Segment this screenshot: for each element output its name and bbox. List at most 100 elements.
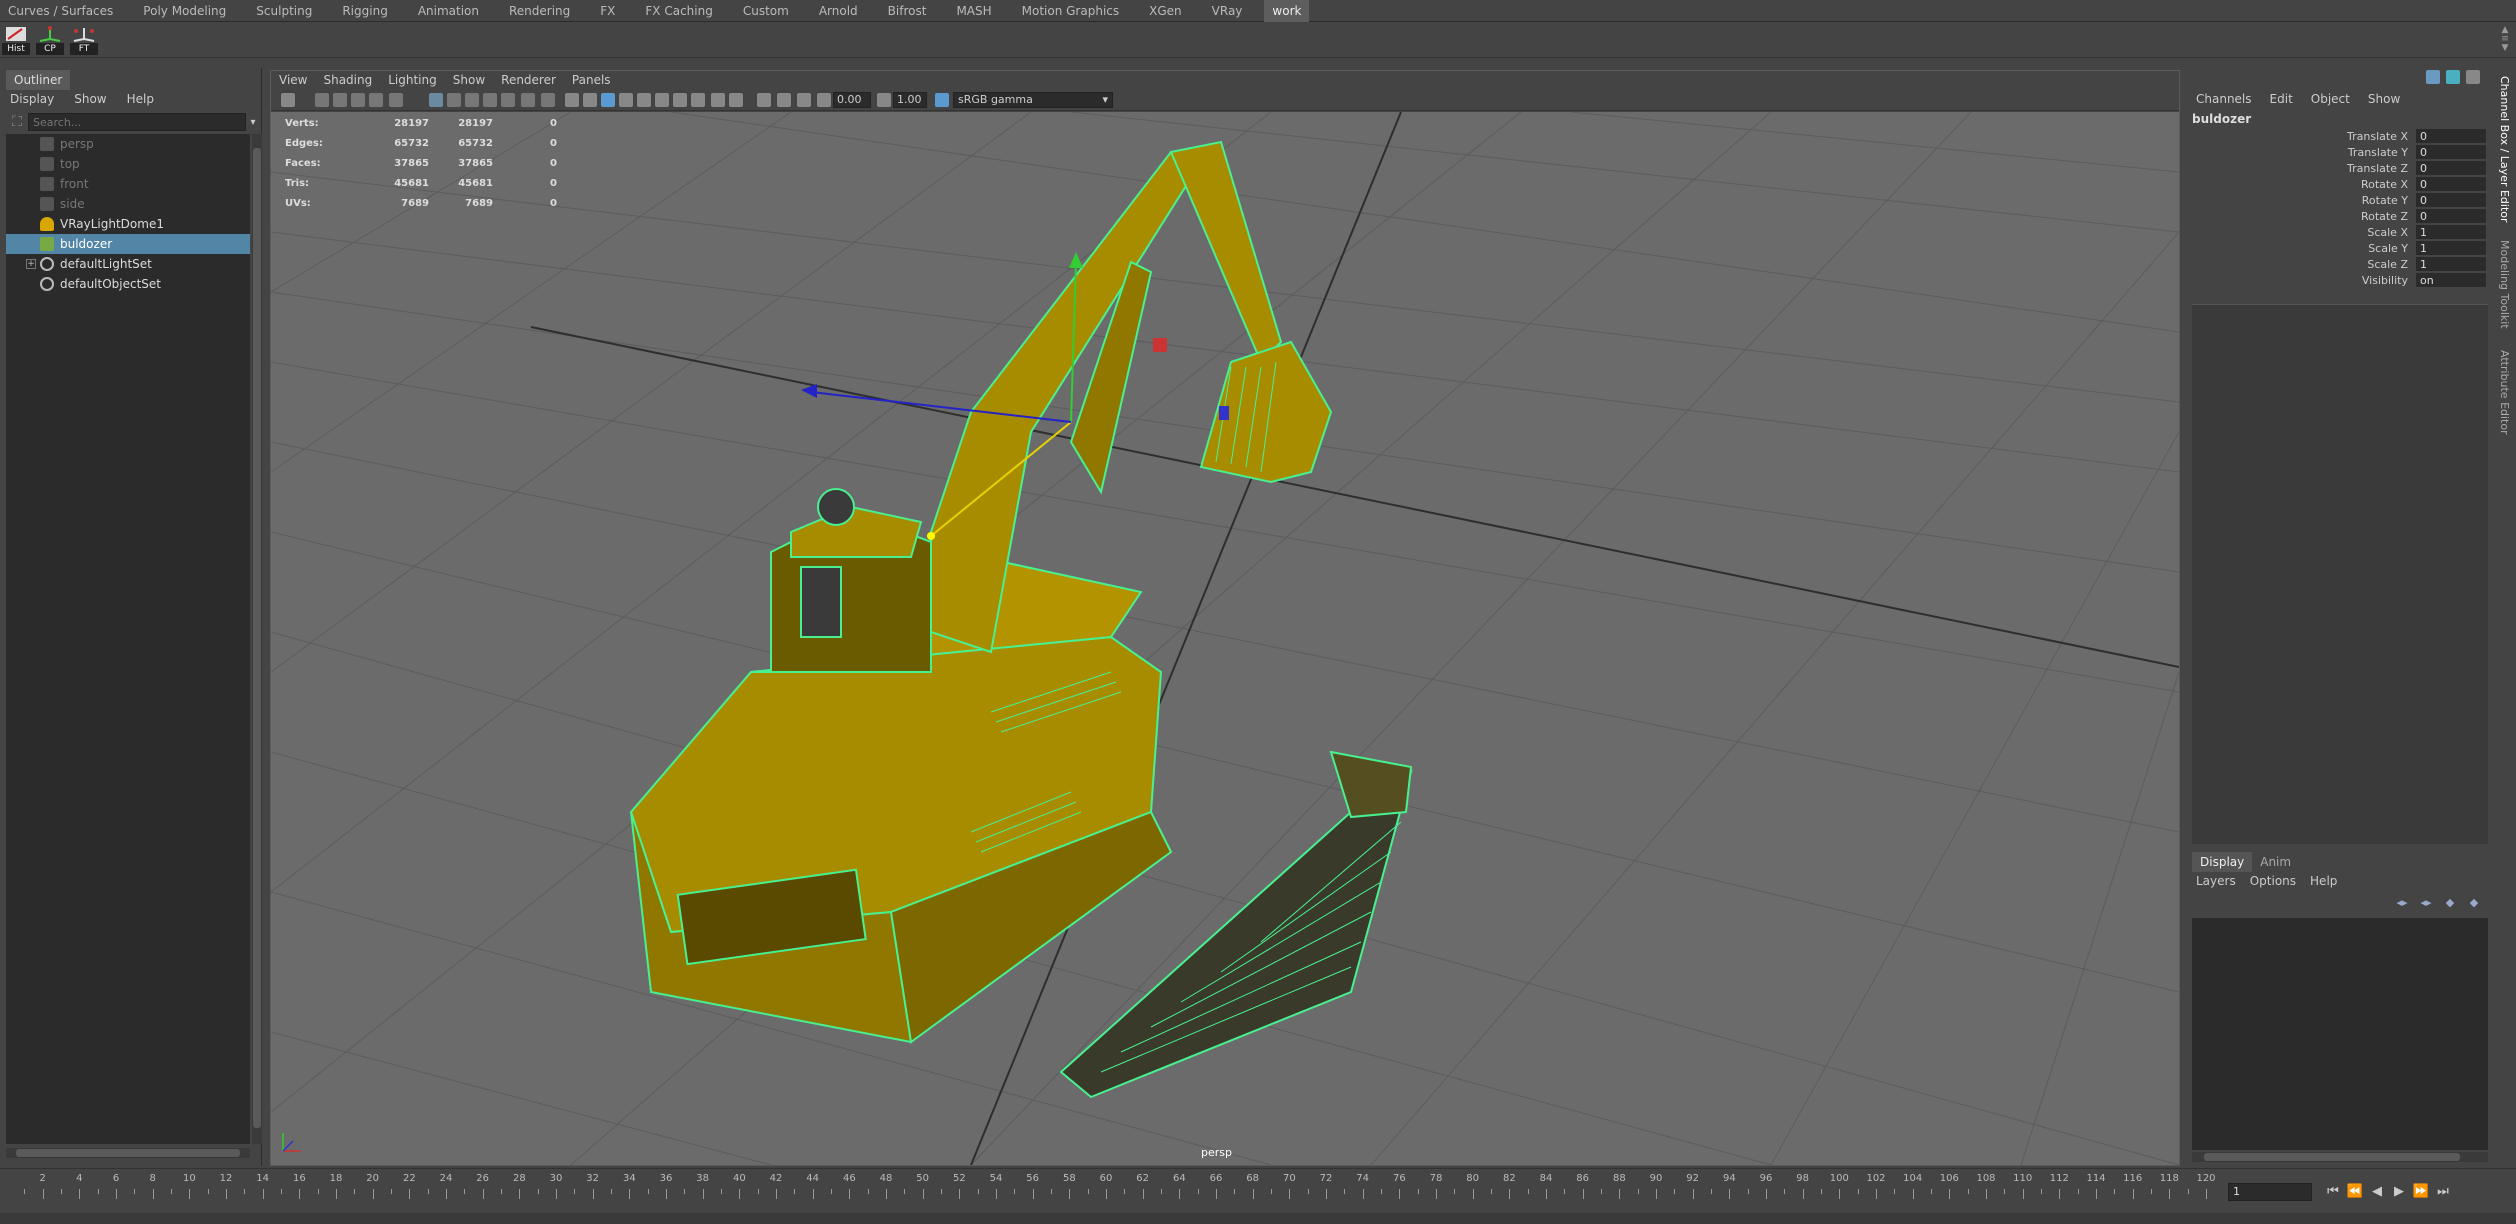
anti-aliasing-icon[interactable] xyxy=(691,93,705,107)
channel-menu-object[interactable]: Object xyxy=(2311,92,2350,106)
shadows-icon[interactable] xyxy=(655,93,669,107)
channel-menu-channels[interactable]: Channels xyxy=(2196,92,2252,106)
channel-name[interactable]: Translate Y xyxy=(2192,146,2416,159)
viewport-menu-lighting[interactable]: Lighting xyxy=(388,73,437,87)
center-pivot-button[interactable]: CP xyxy=(36,25,64,55)
channel-name[interactable]: Visibility xyxy=(2192,274,2416,287)
viewport-menu-renderer[interactable]: Renderer xyxy=(501,73,556,87)
channel-value-field[interactable]: 1 xyxy=(2416,240,2486,256)
viewport-3d-canvas[interactable]: Verts: 28197 28197 0 Edges: 65732 65732 0 Faces:… xyxy=(271,112,2179,1165)
field-chart-icon[interactable] xyxy=(501,93,515,107)
step-back-frame-icon[interactable]: ◀ xyxy=(2366,1183,2388,1201)
shelf-tab-bifrost[interactable]: Bifrost xyxy=(880,0,935,22)
attribute-editor-icon[interactable] xyxy=(2446,70,2460,84)
shelf-tab-xgen[interactable]: XGen xyxy=(1141,0,1190,22)
channel-value-field[interactable]: 0 xyxy=(2416,192,2486,208)
outliner-item[interactable]: VRayLightDome1 xyxy=(6,214,250,234)
play-forward-icon[interactable]: ▶ xyxy=(2388,1183,2410,1201)
expand-icon[interactable]: + xyxy=(26,259,36,269)
grease-pencil-icon[interactable] xyxy=(389,93,403,107)
gamma-icon[interactable] xyxy=(877,93,891,107)
shelf-tab-animation[interactable]: Animation xyxy=(410,0,487,22)
step-forward-key-icon[interactable]: ⏩ xyxy=(2410,1183,2432,1201)
color-management-icon[interactable] xyxy=(935,93,949,107)
layer-list-scrollbar[interactable] xyxy=(2192,1152,2488,1162)
viewport-menu-view[interactable]: View xyxy=(279,73,307,87)
channel-name[interactable]: Rotate Z xyxy=(2192,210,2416,223)
tab-display[interactable]: Display xyxy=(2192,852,2253,872)
outliner-vertical-scrollbar[interactable] xyxy=(252,134,262,1144)
outliner-search-input[interactable] xyxy=(28,113,246,131)
channel-menu-show[interactable]: Show xyxy=(2368,92,2400,106)
channel-name[interactable]: Scale Z xyxy=(2192,258,2416,271)
image-plane-icon[interactable] xyxy=(351,93,365,107)
selected-object-name[interactable]: buldozer xyxy=(2192,112,2251,126)
outliner-menu-show[interactable]: Show xyxy=(74,92,106,106)
channel-value-field[interactable]: 0 xyxy=(2416,160,2486,176)
shelf-tab-arnold[interactable]: Arnold xyxy=(811,0,866,22)
exposure-field[interactable]: 0.00 xyxy=(833,92,871,108)
outliner-menu-help[interactable]: Help xyxy=(127,92,154,106)
shelf-tab-fx-caching[interactable]: FX Caching xyxy=(637,0,720,22)
gamma-field[interactable]: 1.00 xyxy=(893,92,927,108)
channel-value-field[interactable]: on xyxy=(2416,272,2486,288)
outliner-horizontal-scrollbar[interactable] xyxy=(6,1148,250,1158)
lights-icon[interactable] xyxy=(637,93,651,107)
select-camera-icon[interactable] xyxy=(281,93,295,107)
smooth-shade-icon[interactable] xyxy=(583,93,597,107)
current-frame-field[interactable]: 1 xyxy=(2228,1183,2312,1201)
channel-name[interactable]: Rotate X xyxy=(2192,178,2416,191)
channel-value-field[interactable]: 1 xyxy=(2416,256,2486,272)
outliner-tab[interactable]: Outliner xyxy=(6,70,71,90)
channel-value-field[interactable]: 0 xyxy=(2416,128,2486,144)
tool-settings-icon[interactable] xyxy=(2466,70,2480,84)
channel-name[interactable]: Rotate Y xyxy=(2192,194,2416,207)
channel-name[interactable]: Translate Z xyxy=(2192,162,2416,175)
film-gate-icon[interactable] xyxy=(447,93,461,107)
step-back-key-icon[interactable]: ⏪ xyxy=(2344,1183,2366,1201)
ambient-occlusion-icon[interactable] xyxy=(673,93,687,107)
go-to-end-icon[interactable]: ⏭ xyxy=(2432,1183,2454,1201)
channel-box-icon[interactable] xyxy=(2426,70,2440,84)
outliner-item[interactable]: + defaultLightSet xyxy=(6,254,250,274)
safe-action-icon[interactable] xyxy=(521,93,535,107)
shelf-tab-custom[interactable]: Custom xyxy=(735,0,797,22)
viewport-menu-panels[interactable]: Panels xyxy=(572,73,611,87)
channel-value-field[interactable]: 0 xyxy=(2416,176,2486,192)
chevron-down-icon[interactable]: ▾ xyxy=(246,117,260,128)
safe-title-icon[interactable] xyxy=(541,93,555,107)
bookmarks-icon[interactable] xyxy=(333,93,347,107)
grid-icon[interactable] xyxy=(429,93,443,107)
shelf-tab-vray[interactable]: VRay xyxy=(1204,0,1251,22)
shelf-scroll-arrows[interactable]: ▲ ≡ ▼ xyxy=(2498,26,2512,54)
side-tab-modeling-toolkit[interactable]: Modeling Toolkit xyxy=(2498,240,2511,329)
shelf-tab-sculpting[interactable]: Sculpting xyxy=(248,0,320,22)
shelf-tab-rigging[interactable]: Rigging xyxy=(334,0,395,22)
viewport-menu-shading[interactable]: Shading xyxy=(323,73,372,87)
channel-name[interactable]: Translate X xyxy=(2192,130,2416,143)
channel-menu-edit[interactable]: Edit xyxy=(2270,92,2293,106)
camera-attributes-icon[interactable] xyxy=(315,93,329,107)
select-filter-icon[interactable]: ⛶ xyxy=(6,112,28,132)
channel-name[interactable]: Scale X xyxy=(2192,226,2416,239)
resolution-gate-icon[interactable] xyxy=(465,93,479,107)
shelf-tab-curves-surfaces[interactable]: Curves / Surfaces xyxy=(0,0,121,22)
shelf-tab-rendering[interactable]: Rendering xyxy=(501,0,578,22)
outliner-item[interactable]: side xyxy=(6,194,250,214)
new-layer-icon[interactable]: ◆ xyxy=(2442,896,2458,910)
new-layer-from-selection-icon[interactable]: ◆ xyxy=(2466,896,2482,910)
two-d-pan-zoom-icon[interactable] xyxy=(369,93,383,107)
viewport-menu-show[interactable]: Show xyxy=(453,73,485,87)
backface-culling-icon[interactable] xyxy=(797,93,811,107)
textured-icon[interactable] xyxy=(619,93,633,107)
exposure-icon[interactable] xyxy=(817,93,831,107)
shelf-tab-work[interactable]: work xyxy=(1264,0,1310,22)
outliner-item[interactable]: defaultObjectSet xyxy=(6,274,250,294)
time-slider-track[interactable]: 2 4 6 8 10 12 14 16 18 20 22 24 26 28 30 32 34 36 38 40 42 44… xyxy=(0,1173,2220,1213)
wireframe-on-shaded-icon[interactable] xyxy=(601,93,615,107)
gate-mask-icon[interactable] xyxy=(483,93,497,107)
outliner-menu-display[interactable]: Display xyxy=(10,92,54,106)
channel-name[interactable]: Scale Y xyxy=(2192,242,2416,255)
side-tab-channel-box[interactable]: Channel Box / Layer Editor xyxy=(2498,76,2511,223)
isolate-select-icon[interactable] xyxy=(729,93,743,107)
